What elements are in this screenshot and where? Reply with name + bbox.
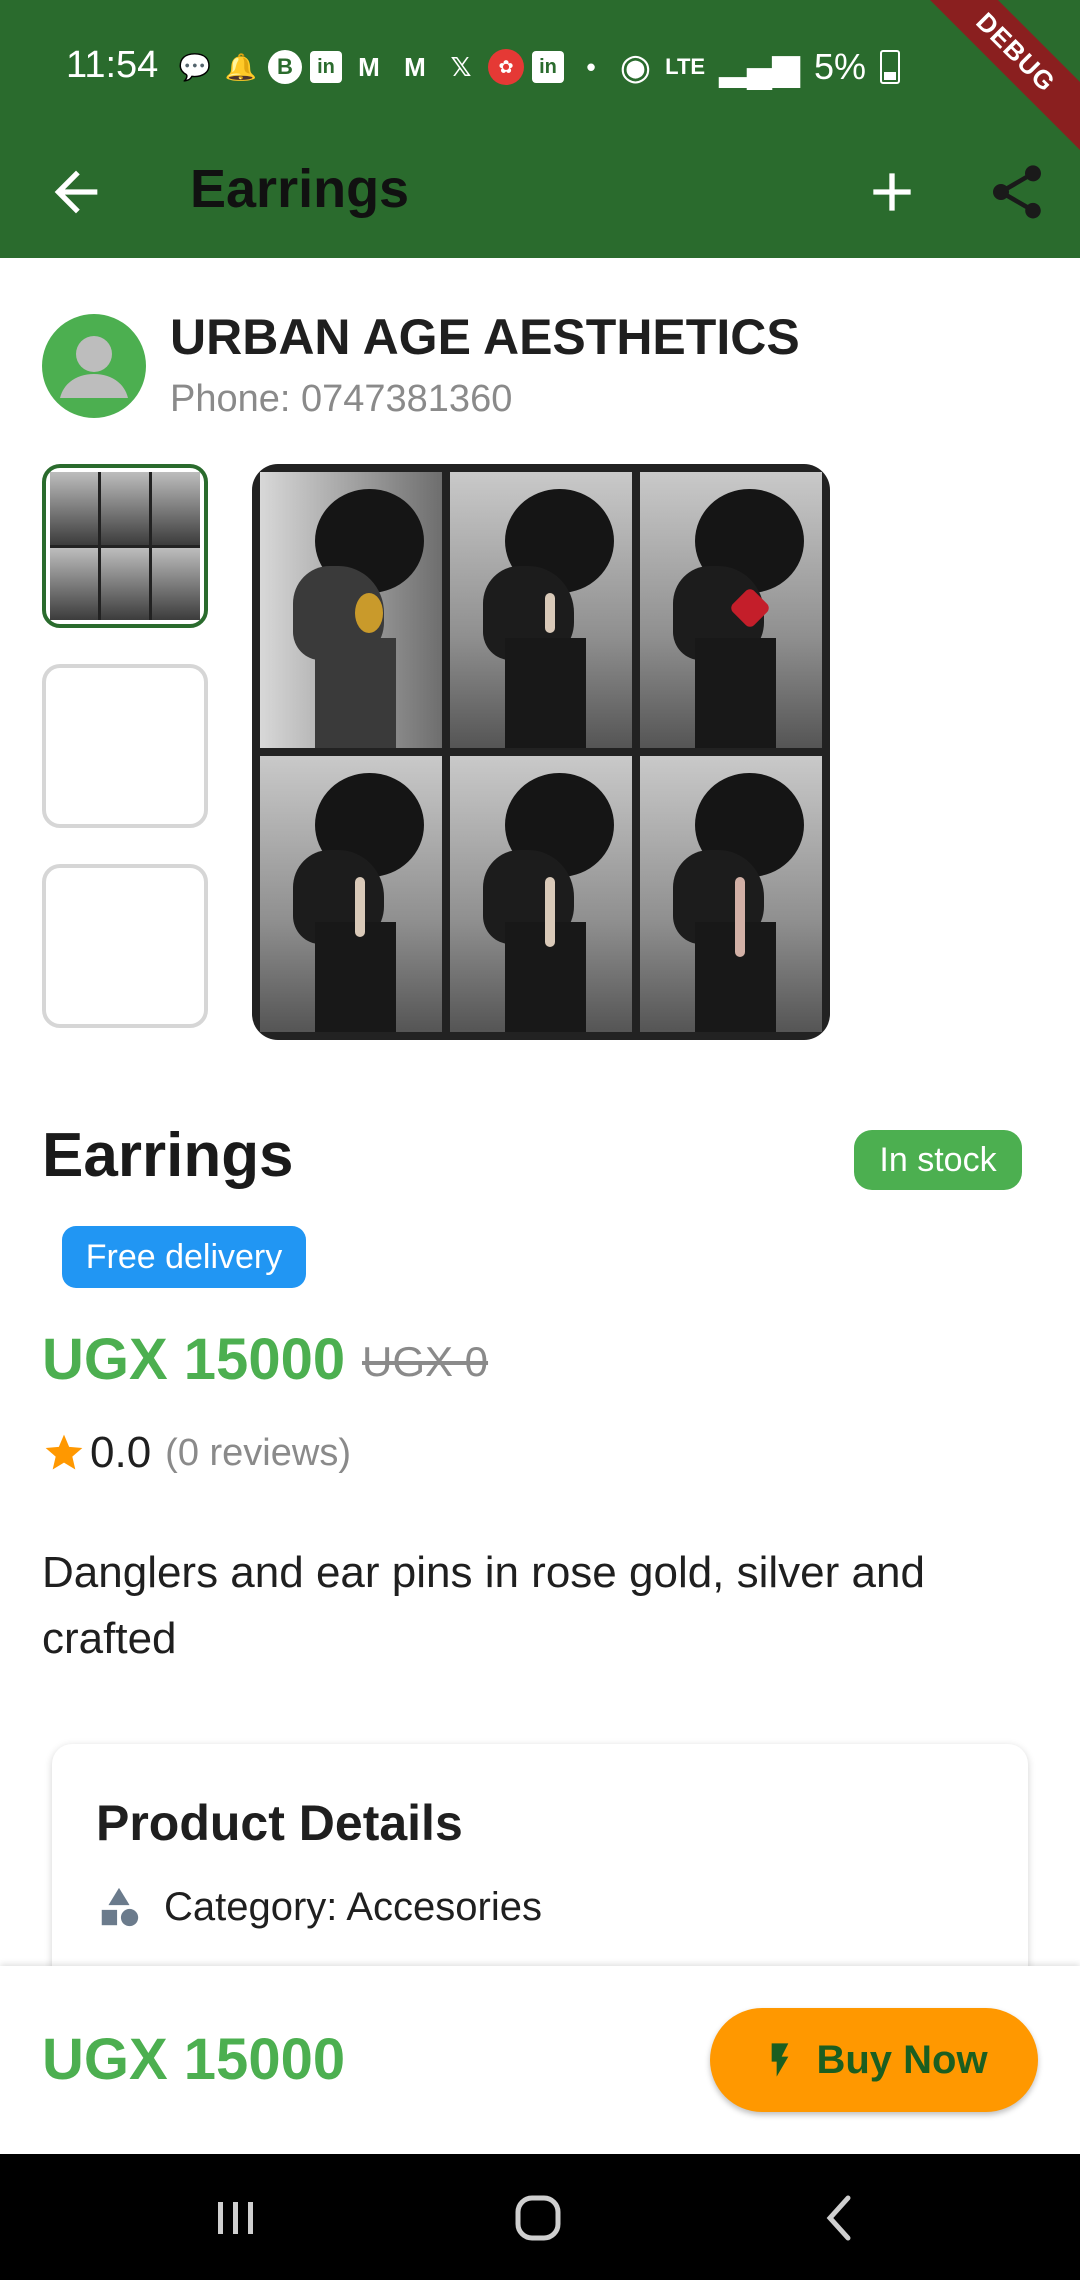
hotspot-icon: ◉	[619, 46, 652, 87]
share-icon[interactable]	[985, 160, 1049, 224]
seller-phone[interactable]: Phone: 0747381360	[170, 378, 512, 421]
buy-now-label: Buy Now	[816, 2037, 988, 2082]
product-title: Earrings	[42, 1121, 294, 1190]
lte-icon: LTE	[665, 54, 706, 79]
star-icon	[45, 1434, 83, 1470]
chat-icon: 💬	[178, 51, 212, 82]
product-price: UGX 15000	[42, 1327, 346, 1392]
thumbnail-image	[50, 472, 200, 620]
details-title: Product Details	[96, 1795, 463, 1851]
system-icons: ◉ LTE ▂▄▆ 5%	[620, 46, 900, 88]
thumbnail-2[interactable]	[42, 664, 208, 828]
bottom-price: UGX 15000	[42, 2027, 346, 2092]
seller-name: URBAN AGE AESTHETICS	[170, 309, 800, 365]
gmail-icon: M	[404, 51, 426, 82]
dot-icon: •	[586, 51, 596, 82]
linkedin-icon: in	[310, 51, 342, 83]
buy-now-button[interactable]: Buy Now	[710, 2008, 1038, 2112]
app-bar: Earrings	[0, 130, 1080, 258]
gmail-icon: M	[358, 51, 380, 82]
avatar[interactable]	[42, 314, 146, 418]
old-price: UGX 0	[362, 1338, 489, 1385]
category-icon	[101, 1887, 139, 1927]
arrow-left-icon[interactable]	[44, 160, 108, 224]
plus-icon[interactable]	[860, 160, 924, 224]
page-title: Earrings	[190, 159, 410, 219]
home-icon[interactable]	[508, 2188, 568, 2248]
product-details-card: Product Details Category: Accesories	[52, 1744, 1028, 2004]
recent-apps-icon[interactable]	[206, 2188, 266, 2248]
battery-icon	[880, 50, 900, 84]
stock-badge: In stock	[854, 1130, 1022, 1190]
category-text: Category: Accesories	[164, 1884, 542, 1929]
system-nav-bar	[0, 2154, 1080, 2280]
notification-icons: 💬 🔔 B in M M 𝕏 ✿ in •	[176, 48, 610, 86]
delivery-badge: Free delivery	[62, 1226, 306, 1288]
rating[interactable]: 0.0 (0 reviews)	[42, 1428, 351, 1478]
category-row: Category: Accesories	[96, 1884, 542, 1930]
status-bar: 11:54 💬 🔔 B in M M 𝕏 ✿ in • ◉ LTE ▂▄▆ 5%…	[0, 0, 1080, 154]
status-time: 11:54	[66, 44, 159, 86]
red-app-icon: ✿	[488, 49, 524, 85]
product-image[interactable]	[252, 464, 830, 1040]
battery-text: 5%	[813, 46, 866, 87]
back-nav-icon[interactable]	[810, 2188, 870, 2248]
bottom-bar: UGX 15000 Buy Now	[0, 1966, 1080, 2154]
review-count: (0 reviews)	[165, 1431, 351, 1474]
thumbnail-1[interactable]	[42, 464, 208, 628]
bell-icon: 🔔	[224, 51, 258, 82]
top-bar: 11:54 💬 🔔 B in M M 𝕏 ✿ in • ◉ LTE ▂▄▆ 5%…	[0, 0, 1080, 258]
b-icon: B	[268, 50, 302, 84]
linkedin-icon: in	[532, 51, 564, 83]
signal-icon: ▂▄▆	[719, 46, 800, 87]
person-icon	[60, 336, 128, 398]
x-icon: 𝕏	[450, 51, 472, 82]
product-description: Danglers and ear pins in rose gold, silv…	[42, 1548, 925, 1663]
rating-value: 0.0	[90, 1428, 152, 1477]
thumbnail-3[interactable]	[42, 864, 208, 1028]
flash-icon	[772, 2043, 789, 2077]
